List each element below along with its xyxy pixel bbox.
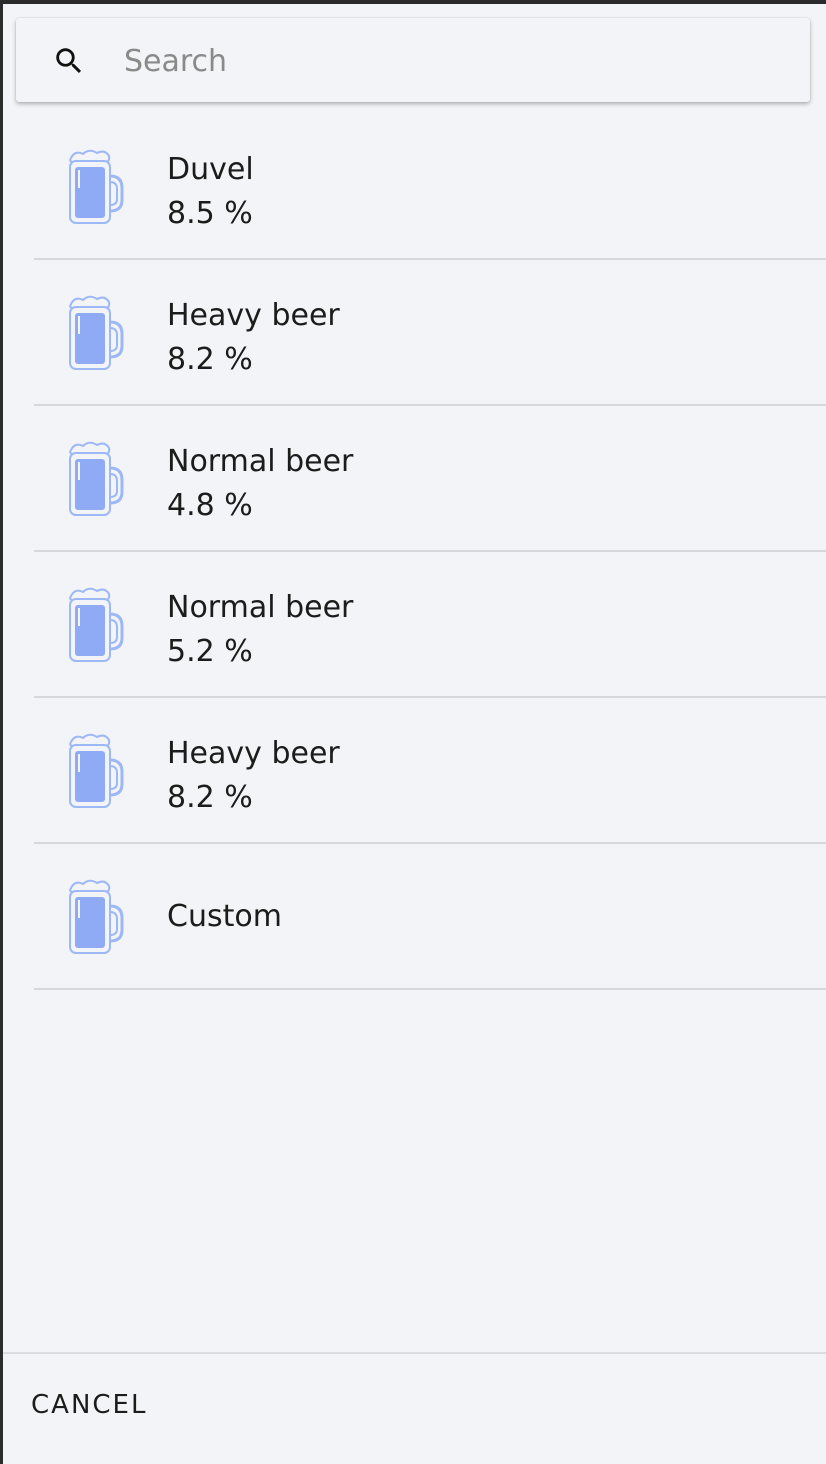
drink-name: Heavy beer	[167, 298, 340, 333]
drink-name: Normal beer	[167, 444, 354, 479]
drink-item-heavy-beer[interactable]: Heavy beer 8.2 %	[3, 698, 826, 844]
search-input[interactable]	[124, 38, 784, 84]
drink-name: Custom	[167, 899, 282, 934]
cancel-button[interactable]: CANCEL	[21, 1382, 157, 1428]
drink-item-duvel[interactable]: Duvel 8.5 %	[3, 114, 826, 260]
drink-list: Duvel 8.5 % Heavy beer 8.2 % Normal beer…	[3, 114, 826, 990]
beer-mug-icon	[69, 879, 124, 954]
drink-item-normal-beer[interactable]: Normal beer 4.8 %	[3, 406, 826, 552]
drink-abv: 4.8 %	[167, 488, 253, 523]
drink-abv: 8.5 %	[167, 196, 253, 231]
drink-abv: 5.2 %	[167, 634, 253, 669]
beer-mug-icon	[69, 295, 124, 370]
drink-abv: 8.2 %	[167, 342, 253, 377]
beer-mug-icon	[69, 149, 124, 224]
drink-item-custom[interactable]: Custom	[3, 844, 826, 990]
drink-item-heavy-beer[interactable]: Heavy beer 8.2 %	[3, 260, 826, 406]
beer-mug-icon	[69, 733, 124, 808]
dialog-footer: CANCEL	[3, 1352, 826, 1464]
beer-mug-icon	[69, 441, 124, 516]
drink-name: Duvel	[167, 152, 254, 187]
drink-name: Normal beer	[167, 590, 354, 625]
drink-abv: 8.2 %	[167, 780, 253, 815]
search-bar[interactable]	[16, 18, 810, 102]
beer-mug-icon	[69, 587, 124, 662]
drink-name: Heavy beer	[167, 736, 340, 771]
search-icon	[56, 48, 82, 74]
drink-item-normal-beer[interactable]: Normal beer 5.2 %	[3, 552, 826, 698]
drink-picker-dialog: Duvel 8.5 % Heavy beer 8.2 %	[3, 4, 826, 1464]
